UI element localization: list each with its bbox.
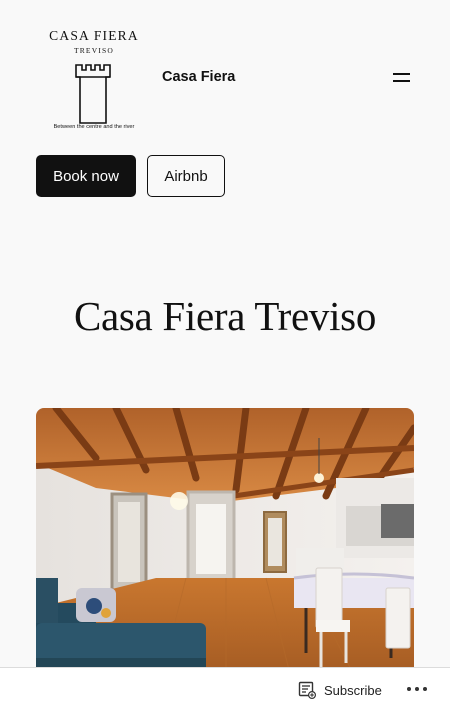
site-title[interactable]: Casa Fiera	[162, 69, 235, 85]
ellipsis-icon[interactable]	[405, 681, 429, 697]
page-title: Casa Fiera Treviso	[73, 293, 377, 339]
book-now-button[interactable]: Book now	[36, 155, 136, 197]
logo-tagline: Between the centre and the river	[53, 124, 135, 130]
subscribe-button[interactable]: Subscribe	[298, 680, 382, 700]
tower-icon	[75, 64, 111, 124]
site-header: CASA FIERA TREVISO Between the centre an…	[0, 0, 450, 140]
subscribe-bar: Subscribe	[0, 667, 450, 710]
ellipsis-dots	[407, 687, 427, 691]
hamburger-icon[interactable]	[390, 68, 414, 88]
menu-line-bottom	[393, 80, 410, 82]
menu-line-top	[393, 73, 410, 75]
logo-title: CASA FIERA	[49, 28, 139, 43]
living-room-photo	[36, 408, 414, 698]
logo-subtitle: TREVISO	[73, 46, 115, 55]
site-logo[interactable]: CASA FIERA TREVISO Between the centre an…	[40, 26, 150, 136]
airbnb-button[interactable]: Airbnb	[147, 155, 225, 197]
subscribe-label: Subscribe	[324, 682, 382, 698]
reader-subscribe-icon	[298, 681, 316, 699]
